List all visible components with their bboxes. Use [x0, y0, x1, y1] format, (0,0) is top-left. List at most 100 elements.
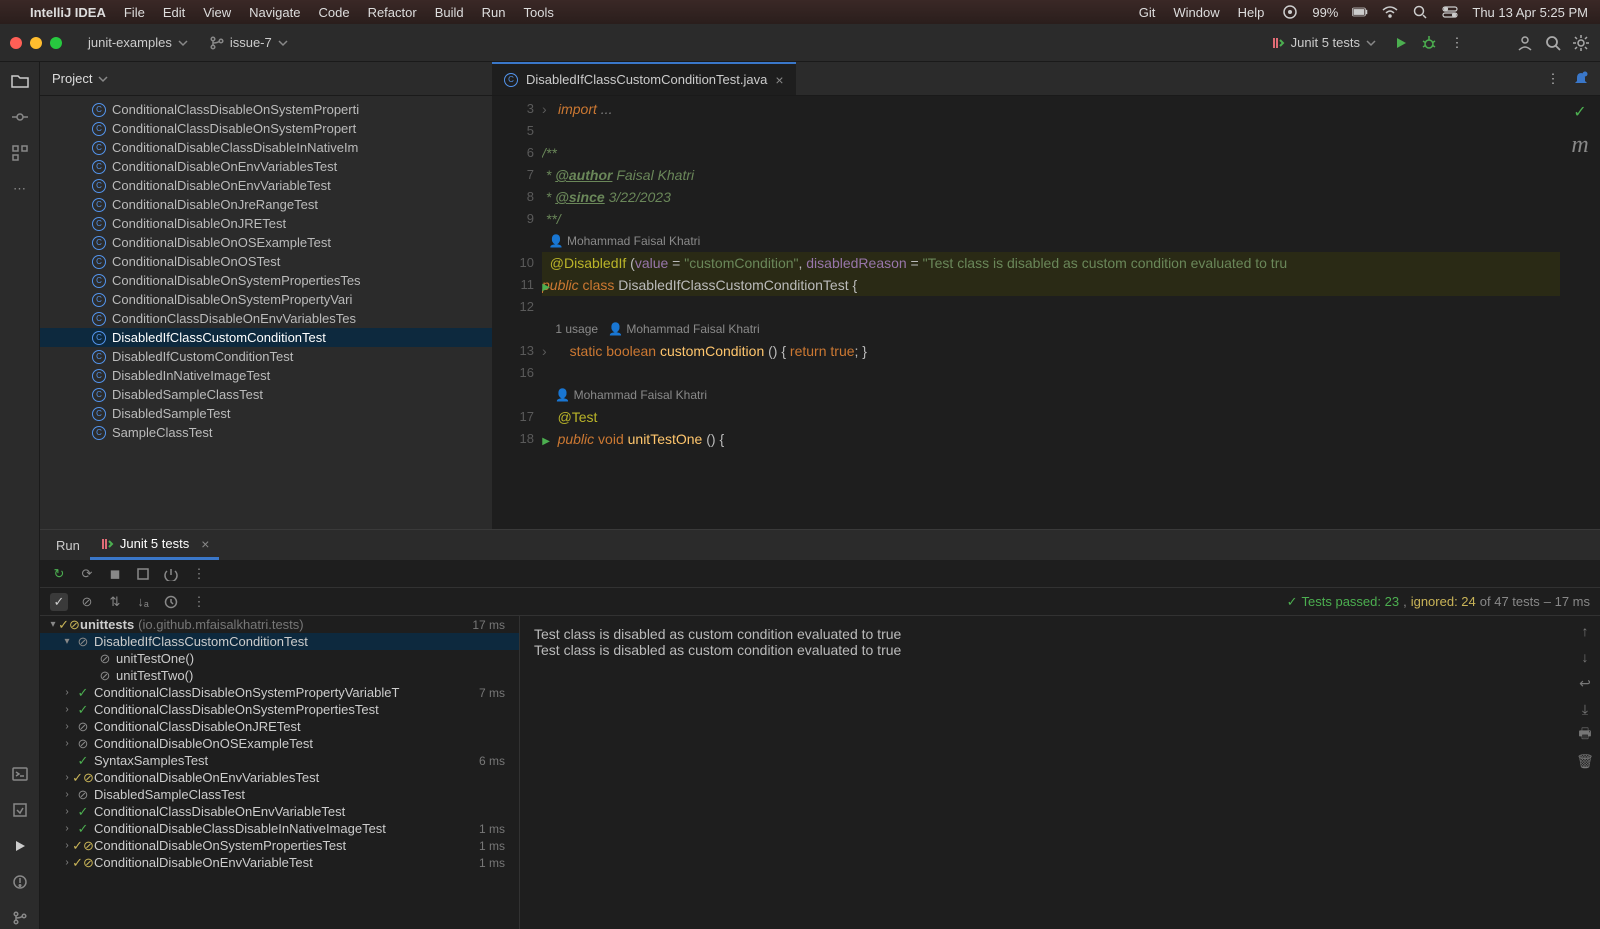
menu-code[interactable]: Code: [318, 5, 349, 20]
datetime[interactable]: Thu 13 Apr 5:25 PM: [1472, 5, 1588, 20]
editor-tab-active[interactable]: C DisabledIfClassCustomConditionTest.jav…: [492, 62, 796, 95]
more-tool-icon[interactable]: ⋯: [9, 178, 31, 200]
notifications-icon[interactable]: [1572, 70, 1590, 88]
test-class[interactable]: ›✓⊘ConditionalDisableOnEnvVariablesTest: [40, 769, 519, 786]
more-actions-icon[interactable]: ⋮: [1448, 34, 1466, 52]
menu-git[interactable]: Git: [1139, 5, 1156, 20]
print-icon[interactable]: 🖶: [1576, 726, 1594, 744]
project-file[interactable]: CConditionalDisableClassDisableInNativeI…: [40, 138, 492, 157]
tests-tree[interactable]: ▾✓⊘unittests (io.github.mfaisalkhatri.te…: [40, 616, 520, 929]
project-file[interactable]: CConditionalClassDisableOnSystemProperti: [40, 100, 492, 119]
dump-icon[interactable]: [134, 565, 152, 583]
project-file[interactable]: CConditionalDisableOnEnvVariablesTest: [40, 157, 492, 176]
structure-tool-icon[interactable]: [9, 142, 31, 164]
scroll-up-icon[interactable]: ↑: [1576, 622, 1594, 640]
test-root[interactable]: ▾✓⊘unittests (io.github.mfaisalkhatri.te…: [40, 616, 519, 633]
project-file[interactable]: CConditionalDisableOnSystemPropertyVari: [40, 290, 492, 309]
project-file[interactable]: CConditionalDisableOnSystemPropertiesTes: [40, 271, 492, 290]
git-branch[interactable]: issue-7: [204, 32, 294, 53]
wifi-icon[interactable]: [1382, 4, 1398, 20]
app-name[interactable]: IntelliJ IDEA: [30, 5, 106, 20]
minimize-window[interactable]: [30, 37, 42, 49]
project-tool-icon[interactable]: [9, 70, 31, 92]
terminal-tool-icon[interactable]: [9, 763, 31, 785]
test-method[interactable]: ⊘unitTestTwo(): [40, 667, 519, 684]
project-panel-header[interactable]: Project: [40, 62, 492, 96]
test-class[interactable]: ›⊘ConditionalClassDisableOnJRETest: [40, 718, 519, 735]
run-tool-icon[interactable]: [9, 835, 31, 857]
sort-alpha-icon[interactable]: ↓ₐ: [134, 593, 152, 611]
control-center-icon[interactable]: [1442, 4, 1458, 20]
tab-more-icon[interactable]: ⋮: [1544, 70, 1562, 88]
account-icon[interactable]: [1516, 34, 1534, 52]
project-file[interactable]: CDisabledSampleClassTest: [40, 385, 492, 404]
sort-icon[interactable]: ⇅: [106, 593, 124, 611]
clear-icon[interactable]: 🗑: [1576, 752, 1594, 770]
menu-build[interactable]: Build: [435, 5, 464, 20]
editor-content[interactable]: ›import ... /** * @author Faisal Khatri …: [542, 96, 1560, 529]
menu-navigate[interactable]: Navigate: [249, 5, 300, 20]
test-class[interactable]: ›✓ConditionalClassDisableOnSystemPropert…: [40, 701, 519, 718]
menu-edit[interactable]: Edit: [163, 5, 185, 20]
scroll-to-end-icon[interactable]: ⤓: [1576, 700, 1594, 718]
project-file[interactable]: CDisabledIfCustomConditionTest: [40, 347, 492, 366]
menu-view[interactable]: View: [203, 5, 231, 20]
project-file[interactable]: CDisabledIfClassCustomConditionTest: [40, 328, 492, 347]
test-class[interactable]: ✓SyntaxSamplesTest6 ms: [40, 752, 519, 769]
settings-icon[interactable]: [1572, 34, 1590, 52]
test-class[interactable]: ›✓ConditionalDisableClassDisableInNative…: [40, 820, 519, 837]
menu-run[interactable]: Run: [482, 5, 506, 20]
test-console[interactable]: Test class is disabled as custom conditi…: [520, 616, 1600, 929]
screen-record-icon[interactable]: [1282, 4, 1298, 20]
project-file[interactable]: CConditionalDisableOnJreRangeTest: [40, 195, 492, 214]
soft-wrap-icon[interactable]: ↩: [1576, 674, 1594, 692]
project-file[interactable]: CSampleClassTest: [40, 423, 492, 442]
show-passed-icon[interactable]: ✓: [50, 593, 68, 611]
test-class[interactable]: ›✓ConditionalClassDisableOnEnvVariableTe…: [40, 803, 519, 820]
test-class[interactable]: ›✓⊘ConditionalDisableOnEnvVariableTest1 …: [40, 854, 519, 871]
test-class[interactable]: ›⊘ConditionalDisableOnOSExampleTest: [40, 735, 519, 752]
more-icon[interactable]: ⋮: [190, 565, 208, 583]
rerun-failed-icon[interactable]: ⟳: [78, 565, 96, 583]
maven-tool-icon[interactable]: m: [1571, 132, 1588, 159]
project-tree[interactable]: CConditionalClassDisableOnSystemProperti…: [40, 96, 492, 529]
scroll-down-icon[interactable]: ↓: [1576, 648, 1594, 666]
more-filters-icon[interactable]: ⋮: [190, 593, 208, 611]
run-tab-label[interactable]: Run: [46, 530, 90, 560]
vcs-tool-icon[interactable]: [9, 907, 31, 929]
zoom-window[interactable]: [50, 37, 62, 49]
project-file[interactable]: CConditionalDisableOnEnvVariableTest: [40, 176, 492, 195]
window-controls[interactable]: [10, 37, 62, 49]
project-file[interactable]: CConditionClassDisableOnEnvVariablesTes: [40, 309, 492, 328]
history-icon[interactable]: [162, 593, 180, 611]
test-class-selected[interactable]: ▾⊘DisabledIfClassCustomConditionTest: [40, 633, 519, 650]
run-button[interactable]: [1392, 34, 1410, 52]
project-file[interactable]: CConditionalDisableOnOSExampleTest: [40, 233, 492, 252]
stop-icon[interactable]: ◼: [106, 565, 124, 583]
search-everywhere-icon[interactable]: [1544, 34, 1562, 52]
close-window[interactable]: [10, 37, 22, 49]
battery-icon[interactable]: [1352, 4, 1368, 20]
show-ignored-icon[interactable]: ⊘: [78, 593, 96, 611]
project-selector[interactable]: junit-examples: [82, 32, 194, 53]
problems-tool-icon[interactable]: [9, 871, 31, 893]
run-gutter-icon-2[interactable]: ▶: [542, 431, 550, 453]
run-tab-config[interactable]: Junit 5 tests ×: [90, 530, 220, 560]
commit-tool-icon[interactable]: [9, 106, 31, 128]
close-run-tab-icon[interactable]: ×: [201, 536, 209, 552]
project-file[interactable]: CConditionalDisableOnOSTest: [40, 252, 492, 271]
inspection-ok-icon[interactable]: ✓: [1573, 102, 1586, 122]
debug-button[interactable]: [1420, 34, 1438, 52]
run-config-selector[interactable]: Junit 5 tests: [1265, 32, 1382, 53]
menu-file[interactable]: File: [124, 5, 145, 20]
run-gutter-icon[interactable]: ▶: [542, 277, 550, 299]
exit-icon[interactable]: [162, 565, 180, 583]
project-file[interactable]: CDisabledInNativeImageTest: [40, 366, 492, 385]
test-method[interactable]: ⊘unitTestOne(): [40, 650, 519, 667]
build-tool-icon[interactable]: [9, 799, 31, 821]
project-file[interactable]: CConditionalClassDisableOnSystemPropert: [40, 119, 492, 138]
rerun-icon[interactable]: ↻: [50, 565, 68, 583]
menu-refactor[interactable]: Refactor: [368, 5, 417, 20]
test-class[interactable]: ›✓⊘ConditionalDisableOnSystemPropertiesT…: [40, 837, 519, 854]
menu-tools[interactable]: Tools: [523, 5, 553, 20]
